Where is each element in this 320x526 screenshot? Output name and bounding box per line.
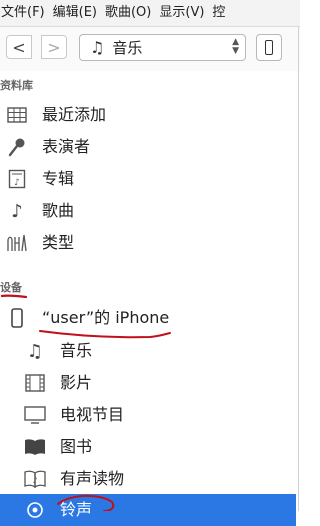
sidebar-item-label: 歌曲: [42, 201, 75, 220]
sidebar-item-label: 影片: [60, 373, 93, 392]
sidebar-item-label: 有声读物: [60, 469, 125, 488]
sidebar-item-label: 专辑: [42, 169, 75, 188]
menu-bar: 文件(F) 编辑(E) 歌曲(O) 显示(V) 控: [0, 0, 300, 27]
forward-button[interactable]: >: [41, 35, 67, 59]
sidebar-item-songs[interactable]: ♪ 歌曲: [0, 195, 296, 227]
iphone-icon: [6, 307, 28, 329]
menu-file[interactable]: 文件(F): [0, 0, 49, 26]
menu-controls[interactable]: 控: [208, 0, 229, 26]
menu-song[interactable]: 歌曲(O): [101, 0, 155, 26]
bell-icon: [24, 499, 46, 521]
sidebar-item-genres[interactable]: 类型: [0, 227, 296, 259]
music-note-icon: ♫: [90, 38, 105, 57]
chevron-left-icon: <: [12, 37, 26, 57]
sidebar-item-audiobooks[interactable]: ♪ 有声读物: [0, 463, 296, 495]
tv-icon: [24, 404, 46, 426]
back-button[interactable]: <: [6, 35, 32, 59]
sidebar-item-music[interactable]: ♫ 音乐: [0, 335, 296, 367]
menu-edit[interactable]: 编辑(E): [49, 0, 101, 26]
library-section-title: 资料库: [0, 79, 33, 92]
sidebar-item-label: 图书: [60, 437, 93, 456]
media-kind-select[interactable]: ♫ 音乐 ▲ ▼: [79, 34, 246, 61]
sidebar-item-label: 最近添加: [42, 105, 107, 124]
device-row-iphone[interactable]: “user”的 iPhone: [0, 302, 296, 334]
devices-section-title: 设备: [0, 281, 22, 294]
toolbar: < > ♫ 音乐 ▲ ▼: [0, 27, 300, 71]
sidebar-item-label: 表演者: [42, 137, 91, 156]
film-icon: [24, 372, 46, 394]
sidebar-divider: [298, 27, 299, 511]
grid-icon: [6, 104, 28, 126]
chevron-right-icon: >: [47, 37, 61, 57]
sidebar-item-artists[interactable]: 表演者: [0, 131, 296, 163]
sidebar-item-tv-shows[interactable]: 电视节目: [0, 399, 296, 431]
book-icon: [24, 436, 46, 458]
sidebar-item-label: 类型: [42, 233, 75, 252]
sidebar-item-albums[interactable]: ♪ 专辑: [0, 163, 296, 195]
device-name: “user”的 iPhone: [42, 308, 170, 327]
genre-icon: [6, 232, 28, 254]
microphone-icon: [6, 136, 28, 158]
sidebar-item-movies[interactable]: 影片: [0, 367, 296, 399]
music-notes-icon: ♫: [26, 340, 44, 362]
svg-text:♪: ♪: [14, 178, 20, 188]
album-icon: ♪: [6, 168, 28, 190]
iphone-icon: [265, 40, 273, 55]
sidebar-item-ringtones[interactable]: 铃声: [0, 494, 296, 526]
sidebar-item-label: 音乐: [60, 341, 93, 360]
sidebar-item-label: 电视节目: [60, 405, 125, 424]
media-kind-label: 音乐: [112, 39, 143, 57]
sidebar-item-label: 铃声: [60, 500, 93, 519]
sidebar-item-recently-added[interactable]: 最近添加: [0, 99, 296, 131]
device-button[interactable]: [256, 34, 282, 61]
svg-text:♪: ♪: [32, 476, 37, 485]
up-down-arrows-icon: ▲ ▼: [232, 37, 239, 56]
sidebar-item-books[interactable]: 图书: [0, 431, 296, 463]
audiobook-icon: ♪: [24, 468, 46, 490]
menu-view[interactable]: 显示(V): [155, 0, 208, 26]
music-note-icon: ♪: [11, 200, 23, 222]
